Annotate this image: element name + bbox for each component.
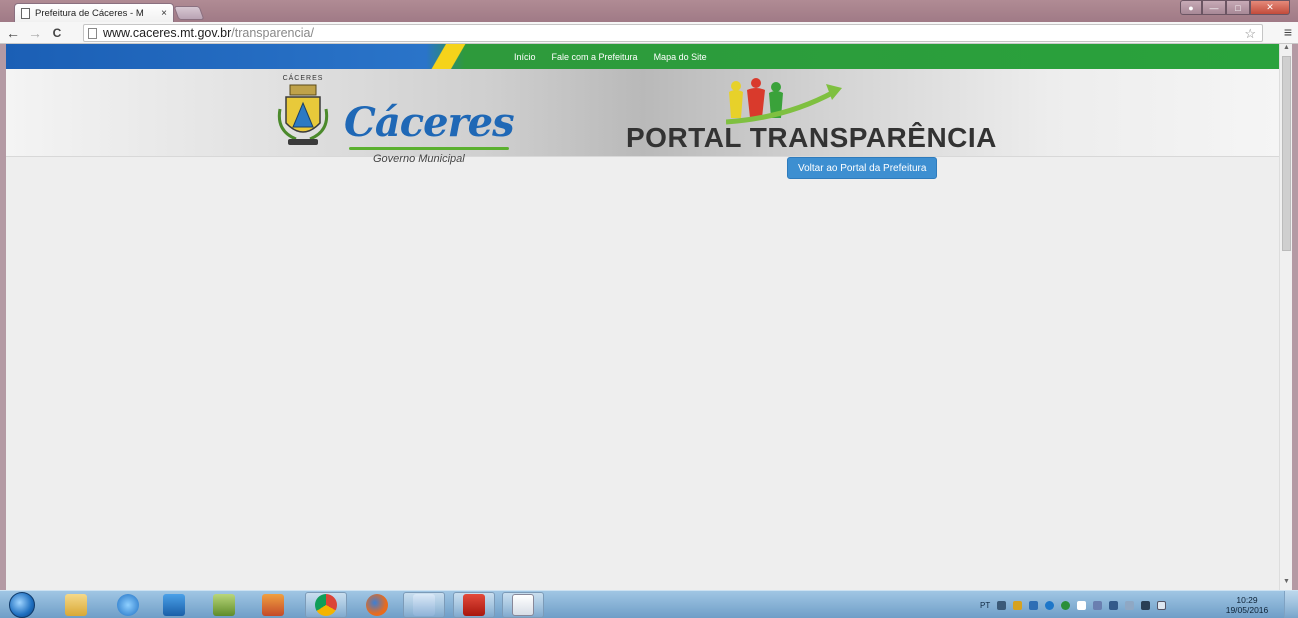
chrome-icon [315, 594, 337, 616]
tab-close-icon[interactable]: × [161, 8, 167, 19]
url-path: /transparencia/ [231, 26, 314, 40]
site-logo-title[interactable]: Cáceres [344, 99, 515, 146]
scroll-down-arrow-icon[interactable]: ▼ [1280, 578, 1293, 590]
back-button[interactable]: ← [4, 24, 22, 42]
portal-title: PORTAL TRANSPARÊNCIA [626, 122, 997, 153]
media-player-icon[interactable] [163, 594, 185, 616]
start-button[interactable] [9, 592, 35, 618]
minimize-button[interactable]: — [1202, 0, 1226, 15]
file-explorer-icon[interactable] [65, 594, 87, 616]
monitor-icon[interactable] [1109, 600, 1119, 610]
coat-of-arms-text: CÁCERES [282, 75, 324, 82]
nav-inicio-link[interactable]: Início [514, 52, 536, 62]
people-arrow-illustration [726, 78, 842, 125]
coat-of-arms-logo[interactable]: CÁCERES [272, 75, 334, 151]
new-tab-button[interactable] [173, 6, 205, 20]
clock-time: 10:29 [1236, 595, 1258, 605]
coat-of-arms-icon [277, 84, 329, 145]
sync-icon[interactable] [1045, 600, 1055, 610]
window-controls: ● — □ ✕ [1180, 0, 1290, 15]
maximize-button[interactable]: □ [1226, 0, 1250, 15]
keyboard-icon[interactable] [997, 600, 1007, 610]
window-app-icon [413, 594, 435, 616]
site-top-nav-bar: Início Fale com a Prefeitura Mapa do Sit… [6, 44, 1279, 69]
scroll-up-arrow-icon[interactable]: ▲ [1280, 44, 1293, 56]
browser-tab[interactable]: Prefeitura de Cáceres - M × [14, 3, 174, 22]
acrobat-icon [463, 594, 485, 616]
network-icon[interactable] [1125, 600, 1135, 610]
page-icon [88, 27, 97, 39]
volume-icon[interactable] [1141, 600, 1151, 610]
close-window-button[interactable]: ✕ [1250, 0, 1290, 15]
taskbar-clock[interactable]: 10:29 19/05/2016 [1220, 595, 1274, 615]
logo-underline [349, 147, 509, 150]
window-border-right [1292, 44, 1298, 590]
site-header-banner: CÁCERES Cáceres Governo Municipal PORTAL… [6, 69, 1279, 179]
bookmark-star-icon[interactable]: ☆ [1244, 26, 1256, 42]
url-text: www.caceres.mt.gov.br/transparencia/ [103, 26, 314, 40]
show-desktop-button[interactable] [1284, 591, 1298, 618]
nav-mapa-do-site-link[interactable]: Mapa do Site [654, 52, 707, 62]
shield-icon[interactable] [1093, 600, 1103, 610]
nav-fale-com-prefeitura-link[interactable]: Fale com a Prefeitura [552, 52, 638, 62]
system-tray: PT [980, 591, 1167, 618]
clock-date: 19/05/2016 [1225, 605, 1269, 615]
security-icon[interactable] [1013, 600, 1023, 610]
firefox-icon[interactable] [366, 594, 388, 616]
user-icon[interactable]: ● [1180, 0, 1202, 15]
app-icon[interactable] [213, 594, 235, 616]
windows-taskbar: PT 10:29 19/05/2016 [0, 590, 1298, 618]
app-tray-icon[interactable] [1061, 600, 1071, 610]
back-to-portal-button[interactable]: Voltar ao Portal da Prefeitura [787, 157, 938, 179]
site-logo-subtitle: Governo Municipal [373, 153, 465, 165]
forward-button[interactable]: → [26, 24, 44, 42]
flag-icon[interactable] [1077, 600, 1087, 610]
flag-stripe-decoration [416, 44, 486, 69]
tab-title: Prefeitura de Cáceres - M [35, 7, 144, 19]
users-app-icon[interactable] [262, 594, 284, 616]
browser-titlebar: Prefeitura de Cáceres - M × ● — □ ✕ [0, 0, 1298, 22]
site-top-nav: Início Fale com a Prefeitura Mapa do Sit… [514, 44, 707, 69]
vertical-scrollbar[interactable]: ▲ ▼ [1279, 44, 1292, 590]
scroll-thumb[interactable] [1282, 56, 1291, 251]
language-indicator[interactable]: PT [980, 601, 990, 610]
internet-explorer-icon[interactable] [117, 594, 139, 616]
display-icon[interactable] [1157, 600, 1167, 610]
page-icon [21, 7, 30, 19]
address-bar[interactable]: www.caceres.mt.gov.br/transparencia/ ☆ [83, 24, 1263, 42]
browser-toolbar: ← → C www.caceres.mt.gov.br/transparenci… [0, 22, 1298, 44]
document-icon [512, 594, 534, 616]
url-host: www.caceres.mt.gov.br [103, 26, 232, 40]
page-viewport: Início Fale com a Prefeitura Mapa do Sit… [6, 44, 1279, 590]
reload-button[interactable]: C [48, 24, 66, 42]
network-device-icon[interactable] [1029, 600, 1039, 610]
chrome-menu-icon[interactable]: ≡ [1284, 24, 1292, 40]
